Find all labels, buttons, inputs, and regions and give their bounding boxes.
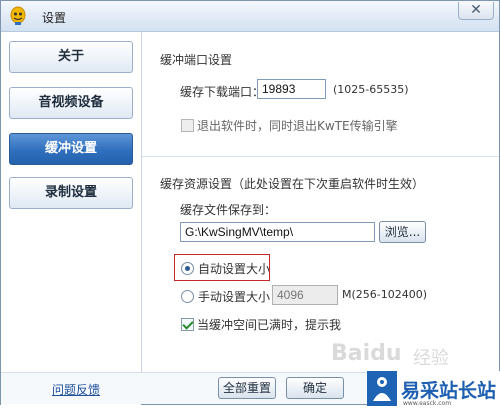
close-icon: ✕ [470, 2, 482, 18]
brand-logo-icon [367, 371, 397, 406]
site-brand-badge: 易采站长站 www.easck.com [367, 371, 500, 407]
watermark-text: Baidu [331, 341, 402, 366]
port-range-hint: (1025-65535) [333, 83, 409, 96]
manual-size-label: 手动设置大小 [198, 290, 271, 304]
sidebar-item-recording-settings[interactable]: 录制设置 [9, 177, 133, 209]
app-logo-icon [10, 6, 26, 25]
brand-url: www.easck.com [403, 400, 452, 407]
ok-button[interactable]: 确定 [286, 377, 344, 399]
save-to-label: 缓存文件保存到： [180, 203, 277, 217]
exit-engine-checkbox[interactable] [181, 119, 194, 132]
notify-full-checkbox[interactable] [181, 318, 194, 331]
exit-engine-label: 退出软件时，同时退出KwTE传输引擎 [197, 119, 398, 133]
brand-name: 易采站长站 [401, 380, 497, 402]
sidebar-item-av-devices[interactable]: 音视频设备 [9, 87, 133, 119]
browse-button[interactable]: 浏览... [379, 221, 426, 243]
section-title-buffer-port: 缓冲端口设置 [160, 53, 233, 67]
reset-all-button[interactable]: 全部重置 [218, 377, 276, 399]
feedback-link[interactable]: 问题反馈 [52, 381, 100, 398]
notify-full-label: 当缓冲空间已满时，提示我 [197, 318, 342, 332]
manual-size-range: M(256-102400) [342, 288, 428, 301]
settings-window: 设置 ✕ 关于 音视频设备 缓冲设置 录制设置 缓冲端口设置 缓存下载端口： (… [0, 0, 500, 407]
watermark-sub: 经验 [413, 348, 449, 369]
sidebar-item-about[interactable]: 关于 [9, 41, 133, 73]
window-title: 设置 [42, 11, 67, 25]
port-input[interactable] [257, 79, 326, 99]
title-bar: 设置 ✕ [1, 1, 499, 32]
buffer-settings-panel: 缓冲端口设置 缓存下载端口： (1025-65535) 退出软件时，同时退出Kw… [142, 32, 499, 372]
port-label: 缓存下载端口： [180, 85, 265, 99]
manual-size-radio[interactable] [181, 290, 194, 303]
close-button[interactable]: ✕ [458, 2, 494, 20]
annotation-highlight-box [174, 254, 270, 281]
sidebar: 关于 音视频设备 缓冲设置 录制设置 [1, 32, 141, 406]
sidebar-item-buffer-settings[interactable]: 缓冲设置 [9, 133, 133, 165]
section-divider [142, 156, 499, 157]
save-path-input[interactable] [180, 222, 375, 242]
section-title-buffer-resource: 缓存资源设置（此处设置在下次重启软件时生效） [160, 177, 425, 191]
manual-size-input[interactable] [272, 285, 338, 305]
